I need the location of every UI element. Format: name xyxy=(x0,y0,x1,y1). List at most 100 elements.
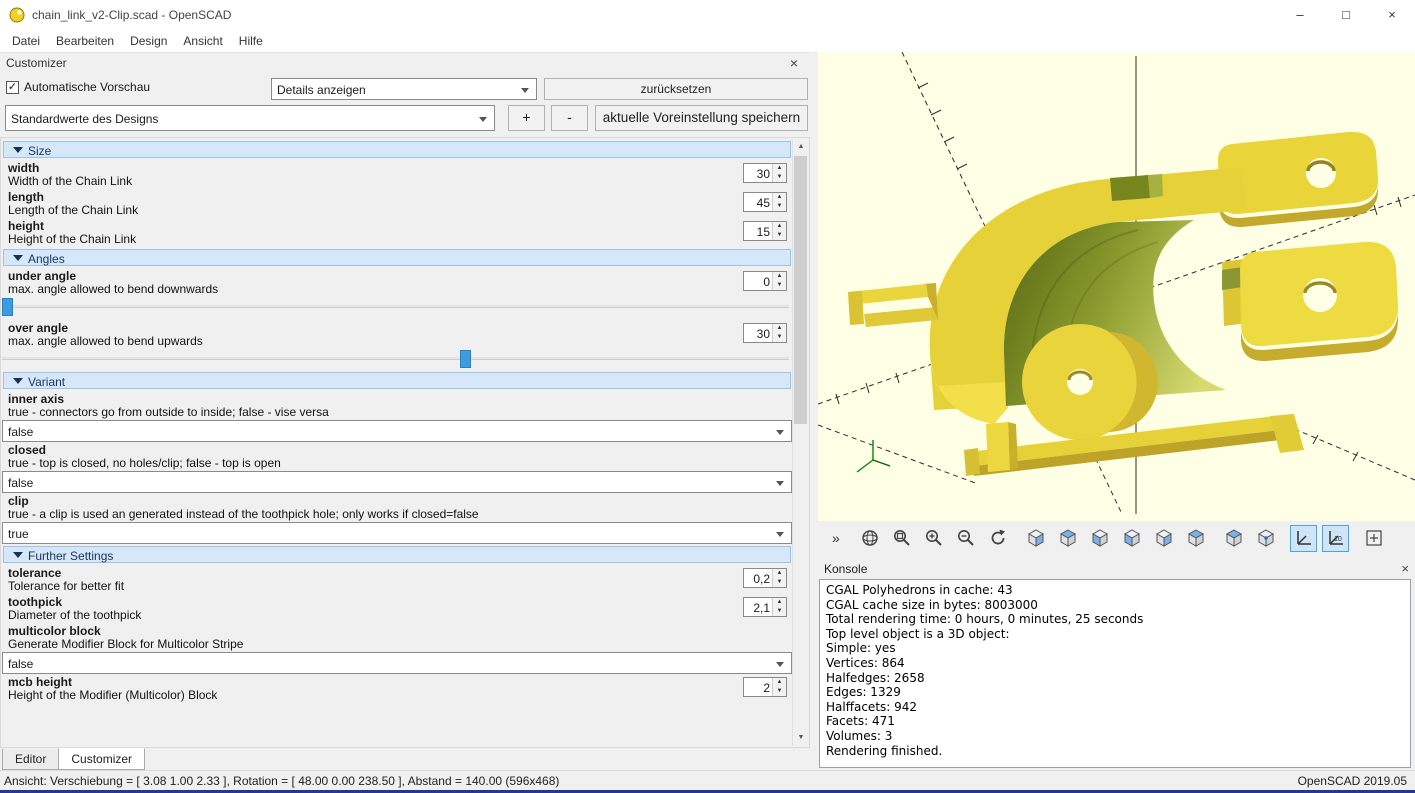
spin-up-icon[interactable]: ▲ xyxy=(773,569,786,578)
menu-datei[interactable]: Datei xyxy=(4,31,48,51)
console-line: Vertices: 864 xyxy=(826,656,1404,671)
spinbox-value: 0 xyxy=(744,272,772,290)
param-dropdown-clip[interactable]: true xyxy=(2,522,792,544)
view-bottom-icon[interactable] xyxy=(1086,525,1113,552)
add-preset-button[interactable]: + xyxy=(508,105,545,131)
param-spinbox-tolerance[interactable]: 0,2▲▼ xyxy=(743,568,787,588)
param-spinbox-height[interactable]: 15▲▼ xyxy=(743,221,787,241)
scrollbar-thumb[interactable] xyxy=(794,156,807,424)
param-spinbox-toothpick[interactable]: 2,1▲▼ xyxy=(743,597,787,617)
vertical-scrollbar[interactable]: ▲ ▼ xyxy=(792,139,808,746)
model-arm-bottom xyxy=(1222,242,1398,361)
reset-button[interactable]: zurücksetzen xyxy=(544,78,808,100)
spin-up-icon[interactable]: ▲ xyxy=(773,598,786,607)
spin-down-icon[interactable]: ▼ xyxy=(773,231,786,240)
section-header-size[interactable]: Size xyxy=(3,141,791,158)
slider-handle[interactable] xyxy=(2,298,13,316)
scroll-down-icon[interactable]: ▼ xyxy=(793,730,809,746)
spin-down-icon[interactable]: ▼ xyxy=(773,281,786,290)
checkbox-check-icon[interactable]: ✓ xyxy=(6,81,19,94)
section-header-angles[interactable]: Angles xyxy=(3,249,791,266)
param-spinbox-length[interactable]: 45▲▼ xyxy=(743,192,787,212)
param-inner-axis: inner axistrue - connectors go from outs… xyxy=(2,391,792,420)
spin-up-icon[interactable]: ▲ xyxy=(773,164,786,173)
menu-ansicht[interactable]: Ansicht xyxy=(175,31,230,51)
param-spinbox-mcb-height[interactable]: 2▲▼ xyxy=(743,677,787,697)
spin-down-icon[interactable]: ▼ xyxy=(773,173,786,182)
param-spinbox-under-angle[interactable]: 0▲▼ xyxy=(743,271,787,291)
minimize-button[interactable]: – xyxy=(1277,0,1323,30)
slider-track[interactable] xyxy=(2,357,789,360)
spin-down-icon[interactable]: ▼ xyxy=(773,578,786,587)
spin-down-icon[interactable]: ▼ xyxy=(773,202,786,211)
param-slider-over-angle[interactable] xyxy=(2,350,789,368)
show-more-icon[interactable]: » xyxy=(824,525,851,552)
spin-up-icon[interactable]: ▲ xyxy=(773,678,786,687)
details-dropdown[interactable]: Details anzeigen xyxy=(271,78,537,100)
menu-design[interactable]: Design xyxy=(122,31,175,51)
spin-up-icon[interactable]: ▲ xyxy=(773,222,786,231)
menu-bearbeiten[interactable]: Bearbeiten xyxy=(48,31,122,51)
save-preset-button[interactable]: aktuelle Voreinstellung speichern xyxy=(595,105,808,131)
3d-scene[interactable] xyxy=(818,52,1415,521)
spin-up-icon[interactable]: ▲ xyxy=(773,272,786,281)
param-spinbox-over-angle[interactable]: 30▲▼ xyxy=(743,323,787,343)
spin-up-icon[interactable]: ▲ xyxy=(773,324,786,333)
param-dropdown-closed[interactable]: false xyxy=(2,471,792,493)
param-description: Height of the Modifier (Multicolor) Bloc… xyxy=(8,689,734,702)
viewport-3d[interactable] xyxy=(818,52,1415,521)
zoom-out-icon[interactable] xyxy=(952,525,979,552)
view-diagonal-icon[interactable] xyxy=(1220,525,1247,552)
console-line: Simple: yes xyxy=(826,641,1404,656)
model-chain-link xyxy=(848,132,1398,476)
scroll-up-icon[interactable]: ▲ xyxy=(793,139,809,155)
param-description: Length of the Chain Link xyxy=(8,204,734,217)
main-area: Customizer × ✓ Automatische Vorschau Det… xyxy=(0,52,1415,770)
zoom-in-icon[interactable] xyxy=(920,525,947,552)
spin-down-icon[interactable]: ▼ xyxy=(773,607,786,616)
param-dropdown-multicolor-block[interactable]: false xyxy=(2,652,792,674)
section-header-further-settings[interactable]: Further Settings xyxy=(3,546,791,563)
auto-preview-checkbox[interactable]: ✓ Automatische Vorschau xyxy=(6,80,150,94)
section-header-variant[interactable]: Variant xyxy=(3,372,791,389)
close-button[interactable]: × xyxy=(1369,0,1415,30)
param-name: mcb height xyxy=(8,675,734,689)
menu-hilfe[interactable]: Hilfe xyxy=(231,31,271,51)
view-all-icon[interactable] xyxy=(856,525,883,552)
param-tolerance: toleranceTolerance for better fit0,2▲▼ xyxy=(2,565,792,594)
param-spinbox-width[interactable]: 30▲▼ xyxy=(743,163,787,183)
slider-track[interactable] xyxy=(2,305,789,308)
view-right-icon[interactable] xyxy=(1022,525,1049,552)
section-title: Further Settings xyxy=(28,549,113,563)
maximize-button[interactable]: □ xyxy=(1323,0,1369,30)
param-slider-under-angle[interactable] xyxy=(2,298,789,316)
slider-handle[interactable] xyxy=(460,350,471,368)
spin-down-icon[interactable]: ▼ xyxy=(773,333,786,342)
console-output[interactable]: CGAL Polyhedrons in cache: 43CGAL cache … xyxy=(819,579,1411,768)
show-crosshairs-icon[interactable] xyxy=(1360,525,1387,552)
param-toothpick: toothpickDiameter of the toothpick2,1▲▼ xyxy=(2,594,792,623)
tab-customizer[interactable]: Customizer xyxy=(58,748,145,770)
spin-down-icon[interactable]: ▼ xyxy=(773,687,786,696)
remove-preset-button[interactable]: - xyxy=(551,105,588,131)
view-left-icon[interactable] xyxy=(1118,525,1145,552)
view-center-icon[interactable] xyxy=(1252,525,1279,552)
tab-editor[interactable]: Editor xyxy=(2,749,59,770)
window-title: chain_link_v2-Clip.scad - OpenSCAD xyxy=(32,8,231,22)
view-back-icon[interactable] xyxy=(1182,525,1209,552)
view-front-icon[interactable] xyxy=(1150,525,1177,552)
show-scale-markers-icon[interactable]: 10 xyxy=(1322,525,1349,552)
param-dropdown-inner-axis[interactable]: false xyxy=(2,420,792,442)
console-close-icon[interactable]: × xyxy=(1401,561,1409,576)
param-name: under angle xyxy=(8,269,786,283)
zoom-all-icon[interactable] xyxy=(888,525,915,552)
view-top-icon[interactable] xyxy=(1054,525,1081,552)
show-axes-icon[interactable] xyxy=(1290,525,1317,552)
orientation-axes-icon xyxy=(857,440,890,472)
spin-up-icon[interactable]: ▲ xyxy=(773,193,786,202)
preset-dropdown[interactable]: Standardwerte des Designs xyxy=(5,105,495,131)
customizer-close-icon[interactable]: × xyxy=(786,55,802,71)
reset-view-icon[interactable] xyxy=(984,525,1011,552)
param-name: inner axis xyxy=(8,392,786,406)
section-title: Variant xyxy=(28,375,65,389)
